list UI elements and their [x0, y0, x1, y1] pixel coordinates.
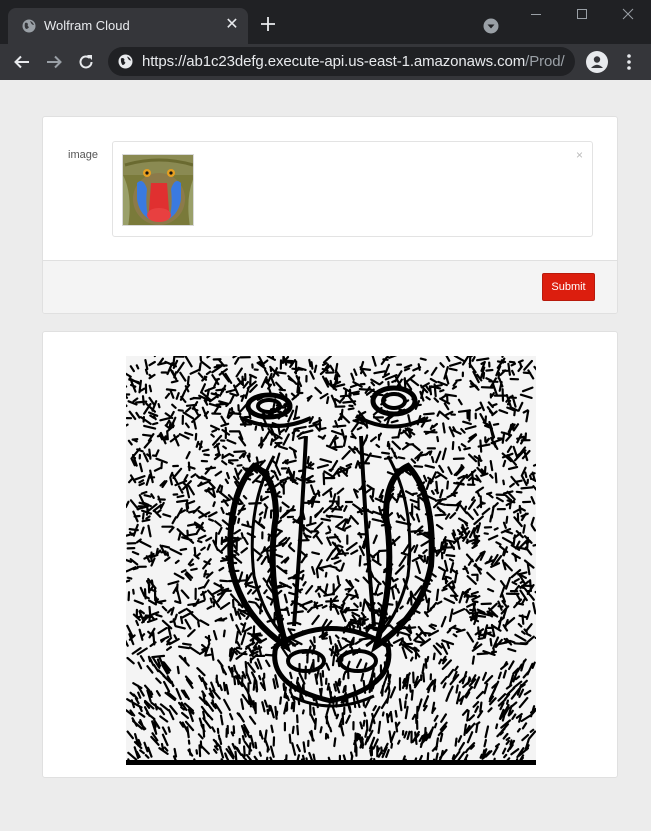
result-card [42, 331, 618, 778]
globe-icon [22, 19, 36, 33]
forward-arrow-icon[interactable] [44, 52, 64, 72]
person-icon [591, 56, 603, 68]
mandrill-edge-image-icon [126, 356, 536, 765]
tab-close-icon[interactable]: ✕ [224, 17, 240, 33]
minimize-icon[interactable] [526, 4, 546, 24]
address-bar[interactable]: https://ab1c23defg.execute-api.us-east-1… [108, 47, 575, 76]
back-arrow-icon[interactable] [12, 52, 32, 72]
profile-avatar-icon[interactable] [586, 51, 608, 73]
tab-search-icon[interactable] [483, 18, 499, 34]
page-viewport: image × Submit [0, 80, 651, 831]
window-close-icon[interactable] [618, 4, 638, 24]
form-footer: Submit [43, 260, 617, 313]
result-image [126, 356, 536, 765]
image-upload-field[interactable]: × [112, 141, 593, 237]
reload-icon[interactable] [76, 52, 96, 72]
browser-menu-icon[interactable] [621, 52, 637, 72]
url-path: /Prod/ [525, 53, 565, 70]
tab-title: Wolfram Cloud [44, 18, 130, 33]
uploaded-image-thumbnail [122, 154, 194, 226]
site-info-globe-icon[interactable] [118, 54, 133, 69]
image-field-label: image [68, 149, 98, 161]
form-card: image × Submit [42, 116, 618, 314]
submit-button[interactable]: Submit [542, 273, 595, 301]
clear-image-icon[interactable]: × [576, 148, 583, 162]
new-tab-icon[interactable] [258, 14, 278, 34]
url-domain: https://ab1c23defg.execute-api.us-east-1… [142, 53, 526, 70]
browser-tab[interactable]: Wolfram Cloud ✕ [8, 8, 248, 44]
url-text[interactable]: https://ab1c23defg.execute-api.us-east-1… [142, 53, 565, 70]
maximize-icon[interactable] [572, 4, 592, 24]
mandrill-thumbnail-icon [123, 155, 193, 225]
browser-toolbar: https://ab1c23defg.execute-api.us-east-1… [0, 44, 651, 80]
tab-strip: Wolfram Cloud ✕ [0, 0, 651, 44]
